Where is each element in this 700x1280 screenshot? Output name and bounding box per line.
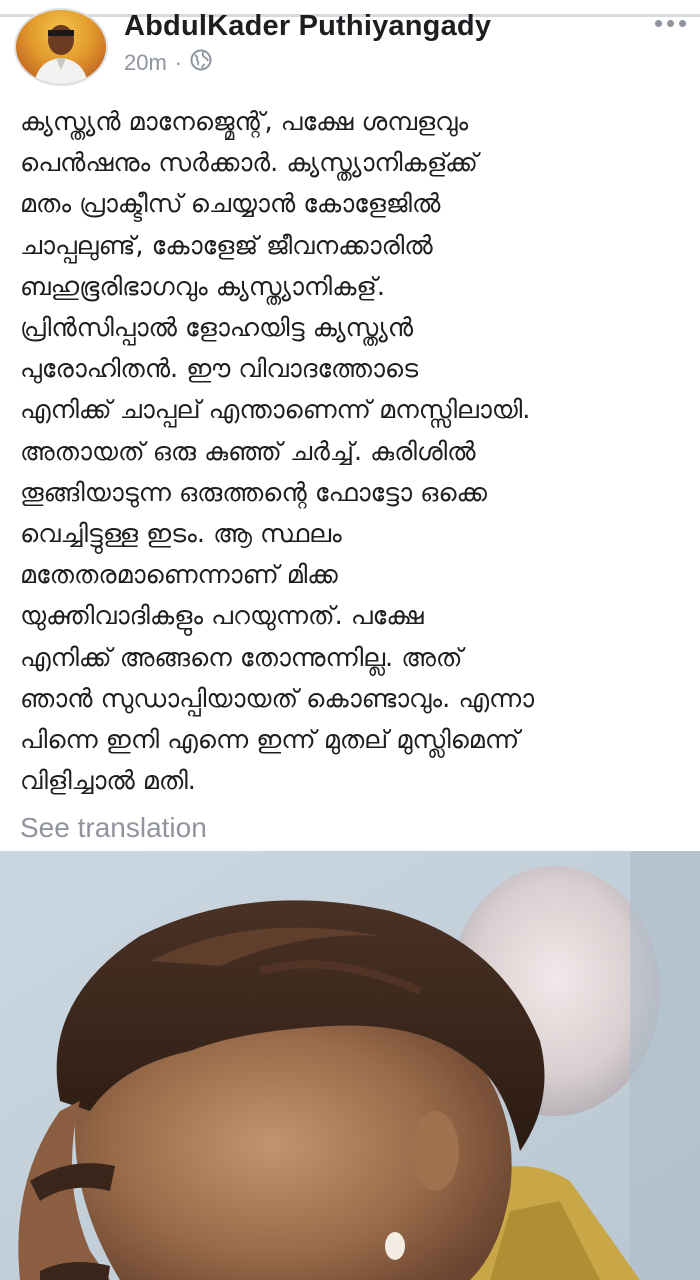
post-line: യുക്തിവാദികളും പറയുന്നത്. പക്ഷേ [20,601,424,632]
post-line: മതേതരമാണെന്നാണ് മിക്ക [20,560,338,591]
post-line: അതായത് ഒരു കുഞ്ഞ് ചർച്ച്. കുരിശിൽ [20,436,476,467]
avatar[interactable] [14,8,108,86]
post-photo[interactable] [0,851,700,1280]
avatar-photo [34,25,88,84]
post-line: പുരോഹിതൻ. ഈ വിവാദത്തോടെ [20,354,419,385]
post-line: ചാപ്പലുണ്ട്, കോളേജ് ജീവനക്കാരിൽ [20,230,433,261]
globe-icon [190,49,212,77]
post-line: ഞാൻ സുഡാപ്പിയായത് കൊണ്ടാവും. എന്നാ [20,683,535,714]
post-line: ക്യസ്ത്യൻ മാനേജ്മെന്റ്, പക്ഷേ ശമ്പളവും [20,107,469,137]
dot [667,19,674,27]
author-name[interactable]: AbdulKader Puthiyangady [124,10,491,43]
post-image [0,851,700,1280]
meta-separator: · [174,50,183,75]
post-line: ബഹുഭൂരിഭാഗവും ക്യസ്ത്യാനികള്. [20,271,386,302]
more-options-icon[interactable] [655,10,686,36]
post-line: വെച്ചിട്ടുള്ള ഇടം. ആ സ്ഥലം [20,519,342,550]
post-body: ക്യസ്ത്യൻ മാനേജ്മെന്റ്, പക്ഷേ ശമ്പളവും പ… [20,102,690,802]
dot [679,19,686,27]
see-translation-link[interactable]: See translation [20,812,207,844]
post-line: പ്രിൻസിപ്പാൽ ളോഹയിട്ട ക്യസ്ത്യൻ [20,313,414,344]
post-line: പെൻഷനും സർക്കാർ. ക്യസ്ത്യാനികള്ക്ക് [20,148,478,179]
post-line: തൂങ്ങിയാടുന്ന ഒരുത്തന്റെ ഫോട്ടോ ഒക്കെ [20,477,487,508]
post-line: എനിക്ക് ചാപ്പല് എന്താണെന്ന് മനസ്സിലായി. [20,395,531,426]
post-line: മതം പ്രാക്ടീസ് ചെയ്യാൻ കോളേജിൽ [20,189,441,220]
post-line: എനിക്ക് അങ്ങനെ തോന്നുന്നില്ല. അത് [20,642,463,673]
post-line: പിന്നെ ഇനി എന്നെ ഇന്ന് മുതല് മുസ്ലിമെന്ന… [20,725,520,756]
post-time[interactable]: 20m [124,50,167,76]
post-line: വിളിച്ചാൽ മതി. [20,766,196,797]
post-header: AbdulKader Puthiyangady 20m · [0,0,700,95]
dot [655,19,662,27]
post-meta: 20m · [124,48,212,78]
